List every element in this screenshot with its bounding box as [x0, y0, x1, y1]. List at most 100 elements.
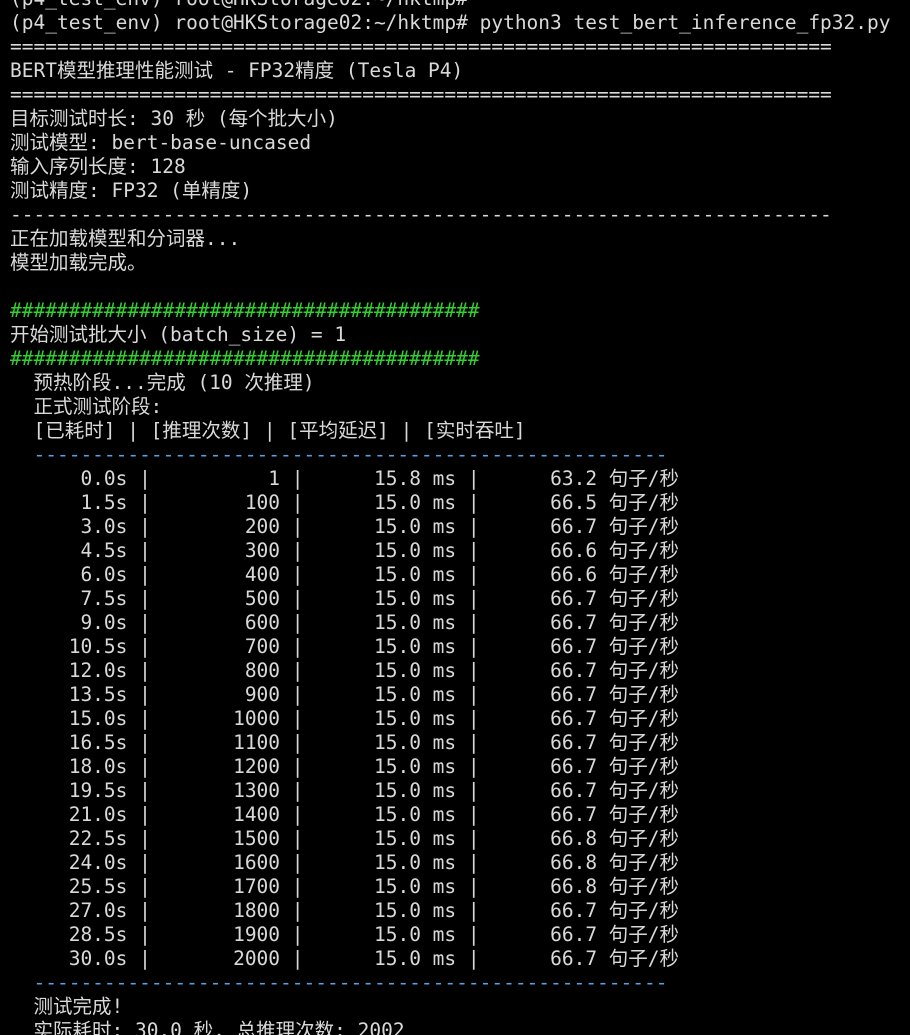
table-row: 4.5s | 300 | 15.0 ms | 66.6 句子/秒 [33, 539, 680, 562]
elapsed-time-cell: 22.5s [33, 827, 128, 850]
throughput-cell: 66.8 句子/秒 [491, 851, 680, 874]
avg-latency-cell: 15.0 ms [315, 851, 457, 874]
elapsed-time-cell: 4.5s [33, 539, 128, 562]
avg-latency-cell: 15.0 ms [315, 731, 457, 754]
avg-latency-cell: 15.0 ms [315, 611, 457, 634]
elapsed-time-cell: 24.0s [33, 851, 128, 874]
throughput-cell: 66.7 句子/秒 [491, 923, 680, 946]
elapsed-time-cell: 28.5s [33, 923, 128, 946]
table-row: 0.0s | 1 | 15.8 ms | 63.2 句子/秒 [33, 467, 680, 490]
elapsed-time-cell: 13.5s [33, 683, 128, 706]
output-line: 实际耗时: 30.0 秒, 总推理次数: 2002 [10, 1019, 405, 1035]
throughput-cell: 66.5 句子/秒 [491, 491, 680, 514]
inference-count-cell: 1 [162, 467, 281, 490]
avg-latency-cell: 15.0 ms [315, 587, 457, 610]
inference-count-cell: 1200 [162, 755, 281, 778]
output-line: 目标测试时长: 30 秒 (每个批大小) [10, 107, 338, 130]
inference-count-cell: 1000 [162, 707, 281, 730]
avg-latency-cell: 15.0 ms [315, 707, 457, 730]
separator-line: ========================================… [10, 35, 832, 58]
output-line: (p4_test_env) root@HKStorage02:~/hktmp# … [10, 11, 891, 34]
inference-count-cell: 1400 [162, 803, 281, 826]
avg-latency-cell: 15.0 ms [315, 923, 457, 946]
elapsed-time-cell: 1.5s [33, 491, 128, 514]
throughput-cell: 66.7 句子/秒 [491, 947, 680, 970]
avg-latency-cell: 15.0 ms [315, 659, 457, 682]
throughput-cell: 66.7 句子/秒 [491, 515, 680, 538]
avg-latency-cell: 15.0 ms [315, 899, 457, 922]
inference-count-cell: 700 [162, 635, 281, 658]
inference-count-cell: 600 [162, 611, 281, 634]
inference-count-cell: 1800 [162, 899, 281, 922]
table-row: 9.0s | 600 | 15.0 ms | 66.7 句子/秒 [33, 611, 680, 634]
avg-latency-cell: 15.0 ms [315, 563, 457, 586]
output-line: 模型加载完成。 [10, 251, 147, 274]
elapsed-time-cell: 16.5s [33, 731, 128, 754]
inference-count-cell: 1300 [162, 779, 281, 802]
table-row: 18.0s | 1200 | 15.0 ms | 66.7 句子/秒 [33, 755, 680, 778]
table-row: 7.5s | 500 | 15.0 ms | 66.7 句子/秒 [33, 587, 680, 610]
avg-latency-cell: 15.0 ms [315, 827, 457, 850]
elapsed-time-cell: 3.0s [33, 515, 128, 538]
avg-latency-cell: 15.0 ms [315, 539, 457, 562]
throughput-cell: 63.2 句子/秒 [491, 467, 680, 490]
avg-latency-cell: 15.0 ms [315, 875, 457, 898]
table-row: 22.5s | 1500 | 15.0 ms | 66.8 句子/秒 [33, 827, 680, 850]
throughput-cell: 66.7 句子/秒 [491, 659, 680, 682]
elapsed-time-cell: 25.5s [33, 875, 128, 898]
throughput-cell: 66.7 句子/秒 [491, 803, 680, 826]
separator-line: ----------------------------------------… [10, 203, 832, 226]
throughput-cell: 66.6 句子/秒 [491, 539, 680, 562]
throughput-cell: 66.7 句子/秒 [491, 755, 680, 778]
avg-latency-cell: 15.0 ms [315, 803, 457, 826]
table-row: 25.5s | 1700 | 15.0 ms | 66.8 句子/秒 [33, 875, 680, 898]
throughput-cell: 66.8 句子/秒 [491, 875, 680, 898]
output-line: 正在加载模型和分词器... [10, 227, 241, 250]
output-line: 测试精度: FP32 (单精度) [10, 179, 253, 202]
output-line: BERT模型推理性能测试 - FP32精度 (Tesla P4) [10, 59, 464, 82]
elapsed-time-cell: 12.0s [33, 659, 128, 682]
table-row: 1.5s | 100 | 15.0 ms | 66.5 句子/秒 [33, 491, 680, 514]
inference-count-cell: 200 [162, 515, 281, 538]
avg-latency-cell: 15.0 ms [315, 755, 457, 778]
inference-count-cell: 900 [162, 683, 281, 706]
table-row: 12.0s | 800 | 15.0 ms | 66.7 句子/秒 [33, 659, 680, 682]
elapsed-time-cell: 0.0s [33, 467, 128, 490]
throughput-cell: 66.7 句子/秒 [491, 731, 680, 754]
throughput-cell: 66.8 句子/秒 [491, 827, 680, 850]
throughput-cell: 66.6 句子/秒 [491, 563, 680, 586]
elapsed-time-cell: 9.0s [33, 611, 128, 634]
hash-banner-line: ######################################## [10, 347, 480, 370]
elapsed-time-cell: 19.5s [33, 779, 128, 802]
output-line: 预热阶段...完成 (10 次推理) [10, 371, 315, 394]
throughput-cell: 66.7 句子/秒 [491, 779, 680, 802]
output-line: 测试完成! [10, 995, 124, 1018]
table-row: 21.0s | 1400 | 15.0 ms | 66.7 句子/秒 [33, 803, 680, 826]
inference-count-cell: 1700 [162, 875, 281, 898]
inference-count-cell: 300 [162, 539, 281, 562]
elapsed-time-cell: 10.5s [33, 635, 128, 658]
table-row: 10.5s | 700 | 15.0 ms | 66.7 句子/秒 [33, 635, 680, 658]
avg-latency-cell: 15.0 ms [315, 947, 457, 970]
inference-count-cell: 800 [162, 659, 281, 682]
table-row: 27.0s | 1800 | 15.0 ms | 66.7 句子/秒 [33, 899, 680, 922]
table-row: 19.5s | 1300 | 15.0 ms | 66.7 句子/秒 [33, 779, 680, 802]
elapsed-time-cell: 18.0s [33, 755, 128, 778]
elapsed-time-cell: 7.5s [33, 587, 128, 610]
avg-latency-cell: 15.0 ms [315, 515, 457, 538]
inference-count-cell: 2000 [162, 947, 281, 970]
throughput-cell: 66.7 句子/秒 [491, 635, 680, 658]
terminal-output: (p4_test_env) root@HKStorage02:~/hktmp#(… [10, 0, 910, 1035]
table-row: 3.0s | 200 | 15.0 ms | 66.7 句子/秒 [33, 515, 680, 538]
terminal-window[interactable]: (p4_test_env) root@HKStorage02:~/hktmp#(… [0, 0, 910, 1035]
inference-count-cell: 400 [162, 563, 281, 586]
throughput-cell: 66.7 句子/秒 [491, 587, 680, 610]
inference-count-cell: 1500 [162, 827, 281, 850]
elapsed-time-cell: 27.0s [33, 899, 128, 922]
output-line: (p4_test_env) root@HKStorage02:~/hktmp# [10, 0, 910, 11]
table-row: 13.5s | 900 | 15.0 ms | 66.7 句子/秒 [33, 683, 680, 706]
avg-latency-cell: 15.0 ms [315, 683, 457, 706]
table-row: 28.5s | 1900 | 15.0 ms | 66.7 句子/秒 [33, 923, 680, 946]
elapsed-time-cell: 21.0s [33, 803, 128, 826]
